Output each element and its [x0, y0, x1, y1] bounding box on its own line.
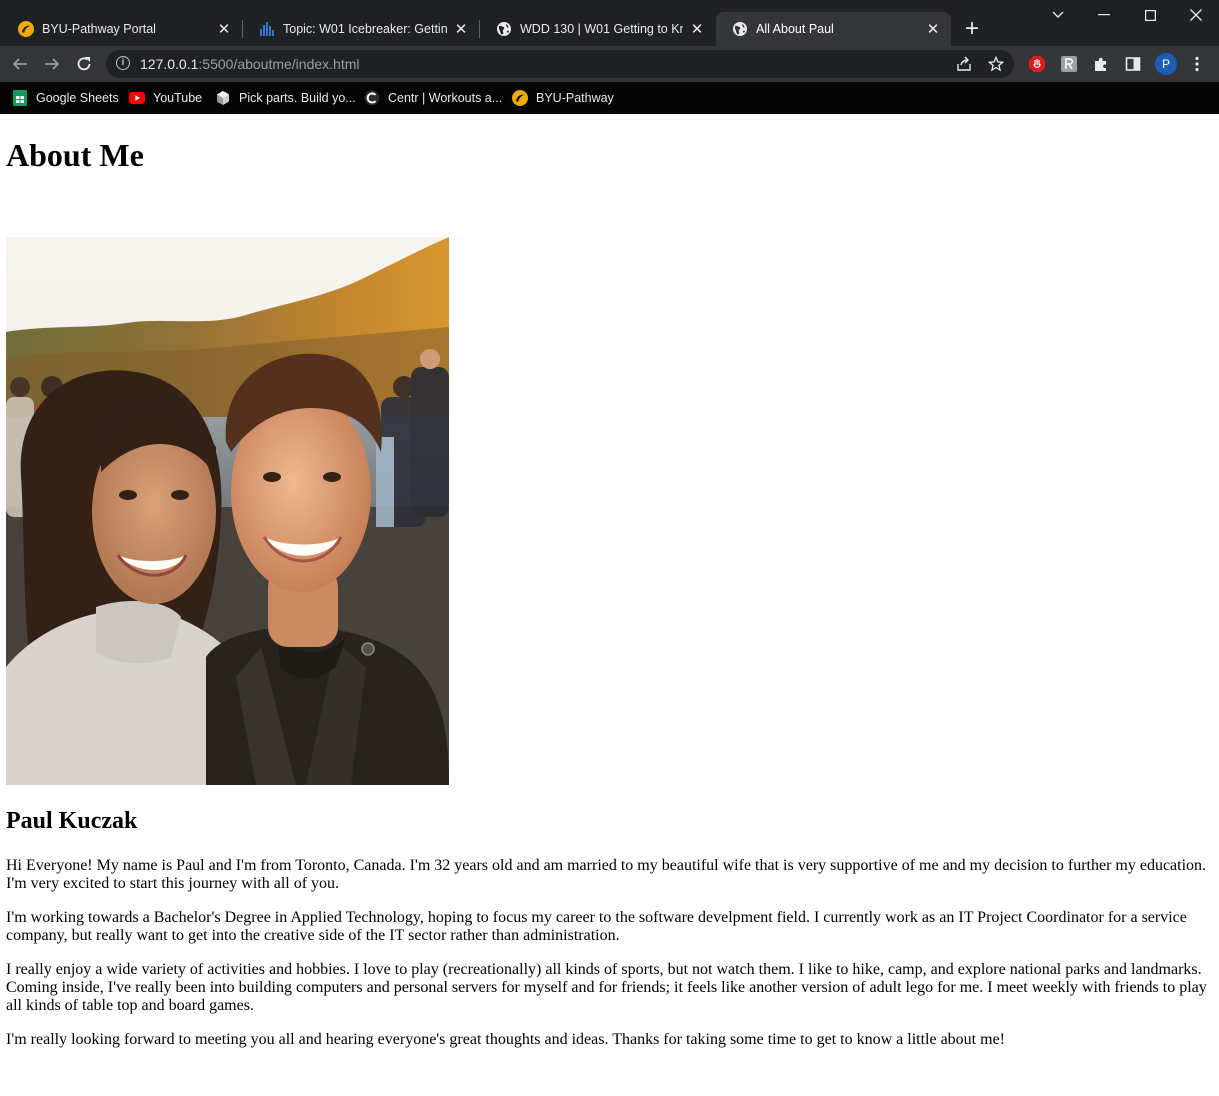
intro-paragraph: Hi Everyone! My name is Paul and I'm fro… — [6, 857, 1207, 892]
bookmark-label: BYU-Pathway — [536, 91, 614, 105]
tab-all-about-paul[interactable]: All About Paul ✕ — [716, 12, 951, 46]
back-button[interactable] — [6, 50, 34, 78]
bookmark-label: Centr | Workouts a... — [388, 91, 503, 105]
google-sheets-icon — [12, 90, 28, 106]
minimize-icon — [1098, 14, 1110, 16]
reload-icon — [77, 57, 91, 71]
url-host: 127.0.0.1 — [140, 56, 199, 72]
close-window-button[interactable] — [1173, 0, 1219, 30]
bookmark-label: YouTube — [153, 91, 203, 105]
close-icon[interactable]: ✕ — [216, 21, 232, 38]
tab-title: Topic: W01 Icebreaker: Getting to — [283, 22, 447, 36]
bookmark-label: Google Sheets — [36, 91, 119, 105]
page-title: About Me — [6, 137, 144, 173]
bookmark-youtube[interactable]: YouTube — [129, 89, 202, 107]
centr-icon — [364, 90, 380, 106]
close-icon — [1190, 9, 1202, 21]
closing-paragraph: I'm really looking forward to meeting yo… — [6, 1031, 1005, 1048]
bookmarks-bar: Google Sheets YouTube Pick parts. Build … — [0, 82, 1219, 114]
tab-title: BYU-Pathway Portal — [42, 22, 156, 36]
close-icon[interactable]: ✕ — [925, 21, 941, 38]
site-info-icon[interactable]: i — [116, 56, 130, 70]
tab-w01-icebreaker[interactable]: Topic: W01 Icebreaker: Getting to ✕ — [243, 12, 479, 46]
bookmark-pcpartpicker[interactable]: Pick parts. Build yo... — [215, 89, 356, 107]
url-path: :5500/aboutme/index.html — [198, 56, 360, 72]
tab-search-button[interactable] — [1035, 0, 1081, 30]
globe-icon — [732, 21, 748, 37]
browser-toolbar: i 127.0.0.1:5500/aboutme/index.html P — [0, 46, 1219, 82]
bars-chart-icon — [259, 21, 275, 37]
tab-title: WDD 130 | W01 Getting to Know — [520, 22, 683, 36]
bookmark-byu-pathway[interactable]: BYU-Pathway — [512, 89, 614, 107]
maximize-icon — [1144, 9, 1156, 21]
address-bar[interactable]: i 127.0.0.1:5500/aboutme/index.html — [106, 50, 1014, 78]
globe-icon — [496, 21, 512, 37]
bookmark-centr[interactable]: Centr | Workouts a... — [364, 89, 502, 107]
person-name: Paul Kuczak — [6, 808, 138, 834]
reload-button[interactable] — [70, 50, 98, 78]
more-menu-icon[interactable] — [1187, 54, 1207, 74]
tab-title: All About Paul — [756, 22, 834, 36]
forward-button[interactable] — [38, 50, 66, 78]
education-paragraph: I'm working towards a Bachelor's Degree … — [6, 909, 1187, 944]
arrow-right-icon — [45, 58, 60, 70]
arrow-left-icon — [12, 58, 27, 70]
byu-pathway-icon — [18, 21, 34, 37]
bookmark-star-icon[interactable] — [988, 56, 1004, 72]
side-panel-icon[interactable] — [1123, 54, 1143, 74]
ad-block-extension-icon[interactable] — [1027, 54, 1047, 74]
share-icon[interactable] — [956, 56, 972, 72]
tab-byu-pathway-portal[interactable]: BYU-Pathway Portal ✕ — [2, 12, 242, 46]
hobbies-paragraph: I really enjoy a wide variety of activit… — [6, 961, 1207, 1014]
page-content: About Me Paul Kuczak Hi Everyone! My nam… — [0, 114, 1219, 1096]
new-tab-button[interactable]: + — [958, 16, 986, 44]
extension-r-icon[interactable] — [1059, 54, 1079, 74]
pcpartpicker-icon — [215, 90, 231, 106]
extensions-puzzle-icon[interactable] — [1091, 54, 1111, 74]
url-text: 127.0.0.1:5500/aboutme/index.html — [140, 56, 360, 72]
profile-avatar[interactable]: P — [1155, 53, 1177, 75]
bookmark-label: Pick parts. Build yo... — [239, 91, 356, 105]
profile-photo — [6, 237, 449, 785]
chevron-down-icon — [1052, 11, 1064, 18]
maximize-button[interactable] — [1127, 0, 1173, 30]
tab-wdd130-w01[interactable]: WDD 130 | W01 Getting to Know ✕ — [480, 12, 715, 46]
byu-pathway-icon — [512, 90, 528, 106]
minimize-button[interactable] — [1081, 0, 1127, 30]
tab-strip: BYU-Pathway Portal ✕ Topic: W01 Icebreak… — [0, 0, 1219, 46]
close-icon[interactable]: ✕ — [453, 21, 469, 38]
youtube-icon — [129, 90, 145, 106]
close-icon[interactable]: ✕ — [689, 21, 705, 38]
bookmark-google-sheets[interactable]: Google Sheets — [12, 89, 119, 107]
